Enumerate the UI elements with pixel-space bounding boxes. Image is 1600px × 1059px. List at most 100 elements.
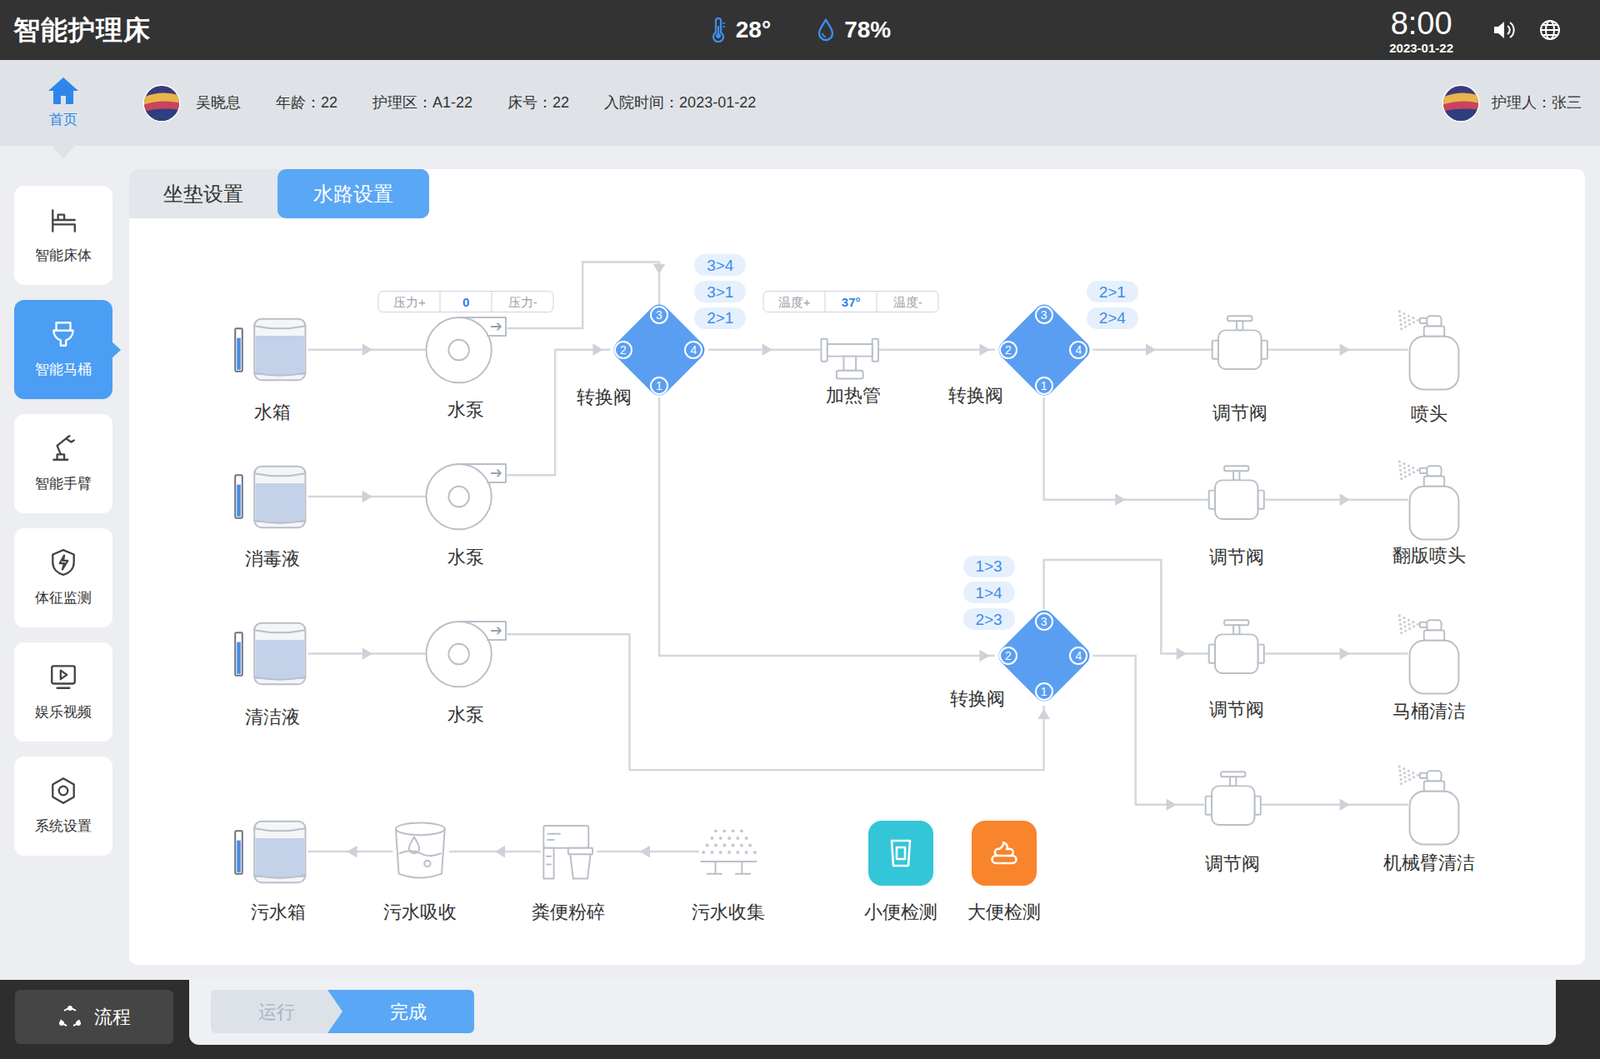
increase-button[interactable]: 压力+ (379, 291, 441, 312)
valve-port: 2 (614, 340, 633, 360)
globe-icon[interactable] (1538, 18, 1562, 42)
regulator-valve-icon[interactable] (1205, 465, 1268, 523)
valve-option[interactable]: 3>1 (694, 280, 746, 303)
node-label: 消毒液 (245, 550, 300, 569)
node-label: 马桶清洁 (1392, 702, 1466, 721)
valve-option[interactable]: 2>1 (1086, 280, 1139, 303)
valve-port: 4 (1069, 340, 1088, 360)
decrease-button[interactable]: 压力- (492, 291, 554, 312)
tank-icon (253, 463, 307, 531)
regulator-valve-icon[interactable] (1202, 770, 1265, 829)
pipe (308, 343, 427, 356)
node-label: 污水收集 (691, 903, 765, 922)
humidity-icon (815, 17, 836, 43)
valve-option[interactable]: 2>1 (694, 307, 746, 330)
progress-step[interactable]: 运行 (210, 990, 343, 1034)
collector-icon (695, 825, 763, 883)
video-icon (48, 661, 79, 692)
pipe (1044, 397, 1210, 506)
patient-name: 吴晓息 (195, 91, 241, 115)
sidebar-label[interactable]: 智能手臂 (35, 473, 92, 495)
water-diagram: 水箱水泵消毒液水泵清洁液水泵压力+0压力-温度+37°温度-加热管1234转换阀… (129, 169, 1585, 965)
temperature-control: 温度+37°温度- (763, 290, 940, 313)
valve-option[interactable]: 2>4 (1086, 307, 1139, 330)
node-label: 喷头 (1410, 405, 1448, 424)
regulator-valve-icon[interactable] (1205, 619, 1268, 677)
patient-field: 护理区：A1-22 (372, 91, 473, 115)
home-button[interactable]: 首页 (0, 60, 127, 146)
valve-option[interactable]: 3>4 (694, 254, 746, 276)
spray-head-icon (1393, 460, 1461, 542)
spray-head-icon (1393, 765, 1461, 847)
clock: 8:002023-01-22 (1389, 6, 1454, 55)
pump-icon[interactable] (424, 617, 510, 690)
pipe (449, 845, 541, 859)
sidebar-item[interactable]: 智能手臂 (14, 414, 113, 514)
node-label: 机械臂清洁 (1383, 854, 1475, 873)
regulator-valve-icon[interactable] (1209, 315, 1271, 373)
sidebar-item[interactable]: 娱乐视频 (14, 642, 113, 742)
control-value: 37° (825, 291, 878, 312)
climate: 28°78% (537, 12, 1062, 48)
app-title: 智能护理床 (13, 10, 151, 50)
tab[interactable]: 坐垫设置 (129, 169, 278, 219)
home-label[interactable]: 首页 (49, 109, 78, 131)
pipe (1092, 655, 1204, 811)
patient-bar: 首页吴晓息年龄：22护理区：A1-22床号：22入院时间：2023-01-22护… (0, 60, 1600, 146)
decrease-button[interactable]: 温度- (877, 291, 939, 312)
valve-option[interactable]: 2>3 (963, 608, 1015, 630)
flow-icon (57, 1005, 83, 1030)
node-label: 调节阀 (1209, 700, 1265, 720)
sidebar-label[interactable]: 智能马桶 (35, 359, 92, 381)
detection-button[interactable] (868, 820, 934, 886)
speaker-icon[interactable] (1491, 19, 1517, 41)
sidebar-label[interactable]: 智能床体 (35, 245, 92, 267)
sidebar-label[interactable]: 体征监测 (35, 587, 92, 610)
valve-port: 3 (1035, 305, 1054, 325)
node-label: 水箱 (254, 403, 291, 422)
urine-test-icon (884, 836, 918, 870)
caregiver-avatar-icon (1441, 84, 1480, 123)
node-label: 翻版喷头 (1392, 546, 1466, 565)
sidebar-item[interactable]: 智能床体 (14, 185, 113, 285)
flow-button[interactable]: 流程 (15, 990, 174, 1045)
absorb-icon (391, 820, 450, 885)
pump-icon[interactable] (424, 460, 510, 532)
progress-steps: 运行完成 (210, 990, 475, 1034)
valve-port: 3 (1035, 612, 1054, 631)
waste-tank (281, 852, 283, 854)
bottom-bar: 流程 运行完成 (0, 980, 1600, 1059)
settings-icon (48, 775, 79, 806)
valve-port: 1 (1035, 376, 1054, 395)
level-gauge-icon (234, 327, 244, 373)
increase-button[interactable]: 温度+ (764, 291, 826, 312)
valve-option[interactable]: 1>3 (963, 555, 1015, 578)
pressure-control: 压力+0压力- (378, 290, 555, 313)
detection-button[interactable] (971, 820, 1037, 886)
sidebar-label[interactable]: 系统设置 (35, 815, 92, 838)
node-label: 粪便粉碎 (531, 903, 605, 922)
pump-icon[interactable] (424, 313, 510, 385)
robot-arm-icon (48, 433, 79, 464)
sidebar-item[interactable]: 系统设置 (14, 756, 113, 856)
level-gauge-icon (234, 631, 244, 677)
bed-icon (48, 205, 79, 235)
sidebar-item[interactable]: 智能马桶 (14, 300, 113, 400)
valve-port: 1 (650, 376, 669, 395)
valve-port: 1 (1035, 682, 1054, 701)
node-label: 水泵 (447, 400, 485, 420)
pipe (507, 343, 611, 475)
tab[interactable]: 水路设置 (277, 169, 430, 219)
progress-step[interactable]: 完成 (327, 990, 475, 1034)
sidebar-label[interactable]: 娱乐视频 (35, 701, 92, 724)
sidebar-item[interactable]: 体征监测 (14, 528, 113, 628)
time: 8:00 (1390, 6, 1453, 40)
flow-label[interactable]: 流程 (94, 1003, 131, 1031)
patient-field: 年龄：22 (275, 91, 338, 115)
sidebar: 智能床体智能马桶智能手臂体征监测娱乐视频系统设置 (0, 145, 130, 980)
tank-icon (253, 315, 307, 384)
valve-option[interactable]: 1>4 (963, 581, 1015, 604)
tab-bar: 坐垫设置水路设置 (129, 169, 430, 219)
date: 2023-01-22 (1389, 41, 1454, 55)
control-value: 0 (440, 291, 493, 312)
